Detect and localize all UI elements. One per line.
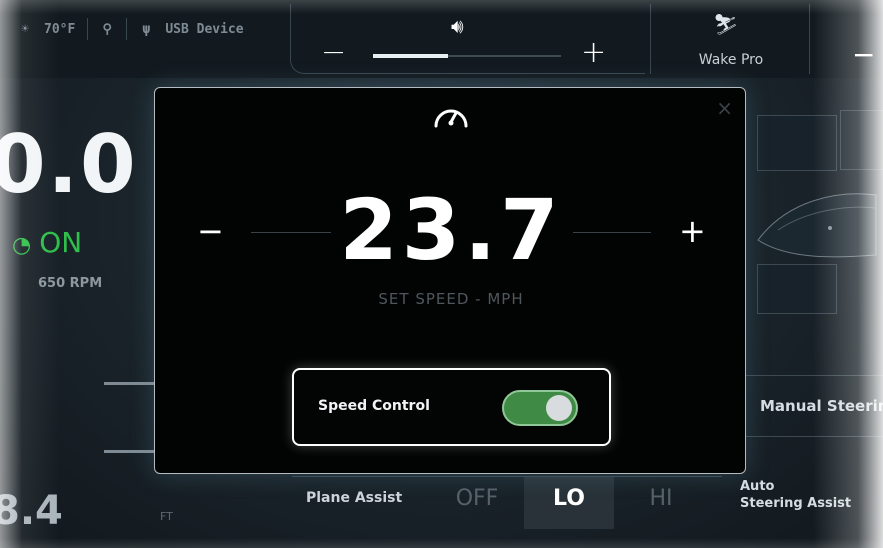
usb-label[interactable]: USB Device xyxy=(165,22,243,37)
plane-assist-lo[interactable]: LO xyxy=(524,477,614,529)
auto-steering-line1: Auto xyxy=(740,479,775,494)
thermometer-icon: ☀ xyxy=(21,21,29,37)
volume-slider-fill xyxy=(373,54,449,58)
rpm-readout: 650 RPM xyxy=(38,276,103,291)
wake-mode-button[interactable]: ⛷ Wake Pro xyxy=(650,4,810,74)
gps-icon: ⚲ xyxy=(102,21,113,37)
wakeboarder-icon: ⛷ xyxy=(713,12,739,36)
speed-control-panel: Speed Control xyxy=(292,368,611,446)
boat-speed-readout: 0.0 xyxy=(0,118,138,211)
speaker-icon: 🔊︎ xyxy=(451,14,464,38)
divider xyxy=(126,18,128,40)
boat-hull-icon xyxy=(757,193,877,258)
depth-readout: 8.4 xyxy=(0,488,63,534)
speed-control-toggle[interactable] xyxy=(502,390,578,426)
temperature-readout: 70°F xyxy=(44,21,76,37)
top-status-bar: ☀ 70°F ⚲ ψ USB Device 🔊︎ − + ⛷ Wake Pro … xyxy=(0,0,883,78)
manual-steering-label: Manual Steering xyxy=(760,397,883,415)
volume-slider[interactable] xyxy=(373,54,561,58)
volume-control: 🔊︎ − + xyxy=(290,4,645,74)
depth-unit: FT xyxy=(160,510,173,523)
ballast-tile[interactable] xyxy=(840,110,883,170)
status-indicators: ☀ 70°F ⚲ ψ USB Device xyxy=(18,16,244,42)
plane-assist-label: Plane Assist xyxy=(306,490,403,506)
plane-assist-hi[interactable]: HI xyxy=(616,477,706,529)
right-minus-button[interactable]: − xyxy=(852,38,875,71)
set-speed-value: 23.7 xyxy=(339,181,563,279)
speedometer-icon xyxy=(434,109,468,128)
plane-assist-off[interactable]: OFF xyxy=(432,477,522,529)
set-speed-dialog: × − 23.7 + SET SPEED - MPH Speed Control xyxy=(154,87,746,474)
speedometer-icon: ◔ xyxy=(12,233,32,258)
increase-speed-button[interactable]: + xyxy=(679,215,706,247)
volume-up-button[interactable]: + xyxy=(581,38,606,68)
set-speed-label: SET SPEED - MPH xyxy=(378,290,524,308)
gauge-tick xyxy=(104,382,154,385)
usb-icon: ψ xyxy=(142,21,151,37)
divider xyxy=(573,232,651,233)
plane-assist-bar: Plane Assist OFF LO HI xyxy=(292,476,722,542)
ballast-tile[interactable] xyxy=(757,115,837,171)
close-icon[interactable]: × xyxy=(716,96,733,120)
auto-steering-line2: Steering Assist xyxy=(740,496,852,511)
divider xyxy=(87,18,89,40)
speed-control-label: Speed Control xyxy=(318,398,430,414)
auto-steering-assist-button[interactable]: Auto Steering Assist xyxy=(740,478,851,512)
wake-mode-label: Wake Pro xyxy=(698,52,764,68)
toggle-knob xyxy=(546,395,572,421)
cruise-status: ◔ ON xyxy=(12,226,82,259)
gauge-tick xyxy=(104,450,154,453)
cruise-status-label: ON xyxy=(39,226,83,259)
volume-down-button[interactable]: − xyxy=(321,38,346,68)
